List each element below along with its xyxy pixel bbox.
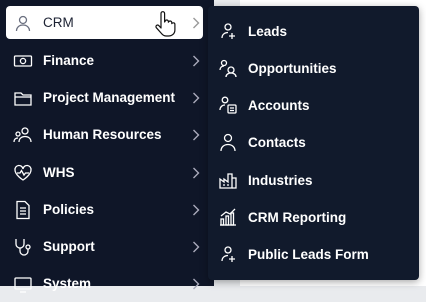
submenu-item-opportunities[interactable]: Opportunities <box>208 53 419 83</box>
industry-icon <box>218 170 238 190</box>
submenu-item-label: Accounts <box>248 97 310 113</box>
sidebar-item-project-management[interactable]: Project Management <box>0 79 214 116</box>
folder-icon <box>12 87 34 109</box>
sidebar-item-label: CRM <box>43 15 74 30</box>
stethoscope-icon <box>12 236 34 258</box>
sidebar-item-label: System <box>43 276 92 291</box>
sidebar-item-crm[interactable]: CRM <box>6 6 203 39</box>
submenu-item-industries[interactable]: Industries <box>208 165 419 195</box>
accounts-icon <box>218 95 238 115</box>
money-icon <box>12 50 34 72</box>
submenu-item-crm-reporting[interactable]: CRM Reporting <box>208 202 419 232</box>
sidebar-item-label: Policies <box>43 202 95 217</box>
system-icon <box>12 273 34 295</box>
submenu-item-accounts[interactable]: Accounts <box>208 90 419 120</box>
submenu-item-label: Opportunities <box>248 60 337 76</box>
chart-icon <box>218 207 238 227</box>
submenu-item-label: CRM Reporting <box>248 209 347 225</box>
submenu-item-public-leads-form[interactable]: Public Leads Form <box>208 239 419 269</box>
public-leads-icon <box>218 244 238 264</box>
heart-pulse-icon <box>12 162 34 184</box>
sidebar-item-label: Finance <box>43 53 95 68</box>
submenu-item-leads[interactable]: Leads <box>208 16 419 46</box>
sidebar-item-support[interactable]: Support <box>0 228 214 265</box>
chevron-right-icon <box>190 166 202 180</box>
sidebar-item-label: WHS <box>43 165 75 180</box>
chevron-right-icon <box>190 91 202 105</box>
sidebar-item-whs[interactable]: WHS <box>0 154 214 191</box>
sidebar-item-finance[interactable]: Finance <box>0 42 214 79</box>
sidebar-item-system[interactable]: System <box>0 265 214 302</box>
sidebar-item-policies[interactable]: Policies <box>0 191 214 228</box>
submenu-item-label: Public Leads Form <box>248 246 369 262</box>
people-icon <box>12 124 34 146</box>
chevron-right-icon <box>190 277 202 291</box>
submenu-item-label: Contacts <box>248 134 306 150</box>
document-icon <box>12 199 34 221</box>
chevron-right-icon <box>190 54 202 68</box>
leads-icon <box>218 21 238 41</box>
contact-icon <box>218 132 238 152</box>
submenu-item-label: Industries <box>248 172 313 188</box>
chevron-right-icon <box>190 128 202 142</box>
sidebar-item-human-resources[interactable]: Human Resources <box>0 116 214 153</box>
user-icon <box>12 12 34 34</box>
main-sidebar: CRM Finance Project Management Human Res… <box>0 0 214 293</box>
sidebar-item-label: Support <box>43 239 95 254</box>
opportunities-icon <box>218 58 238 78</box>
chevron-right-icon <box>190 240 202 254</box>
submenu-item-contacts[interactable]: Contacts <box>208 127 419 157</box>
chevron-right-icon <box>190 16 202 30</box>
crm-submenu: Leads Opportunities Accounts Contacts In… <box>208 6 419 280</box>
sidebar-item-label: Human Resources <box>43 127 162 142</box>
sidebar-item-label: Project Management <box>43 90 176 105</box>
submenu-item-label: Leads <box>248 23 288 39</box>
chevron-right-icon <box>190 203 202 217</box>
